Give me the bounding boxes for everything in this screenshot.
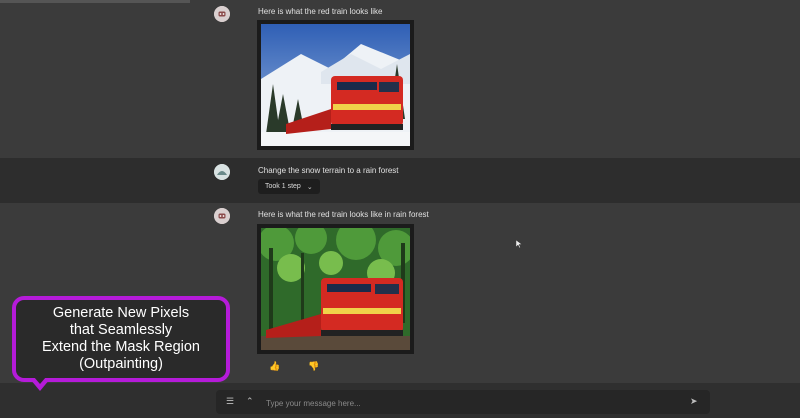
red-train-rainforest-image xyxy=(257,224,414,354)
callout-line-4: (Outpainting) xyxy=(79,356,163,372)
user-avatar xyxy=(214,164,230,180)
send-icon[interactable]: ➤ xyxy=(690,396,698,407)
bot-avatar-icon-2 xyxy=(214,208,230,224)
steps-label: Took 1 step xyxy=(265,183,301,190)
user-message-text: Change the snow terrain to a rain forest xyxy=(258,166,399,175)
thumbs-up-icon[interactable]: 👍 xyxy=(269,361,280,372)
assistant-avatar-2 xyxy=(214,208,230,224)
bot-avatar-icon xyxy=(214,6,230,22)
chevron-up-icon[interactable]: ⌃ xyxy=(246,396,254,407)
assistant-message-text: Here is what the red train looks like xyxy=(258,7,383,16)
mouse-pointer-icon xyxy=(516,240,522,248)
user-avatar-icon xyxy=(214,164,230,180)
message-input[interactable] xyxy=(264,394,648,412)
assistant-message-text-2: Here is what the red train looks like in… xyxy=(258,210,429,219)
callout-tail-inner xyxy=(34,377,46,384)
settings-sliders-icon[interactable]: ☰ xyxy=(226,396,234,407)
red-train-snow-image xyxy=(257,20,414,150)
outpainting-callout: Generate New Pixels that Seamlessly Exte… xyxy=(12,296,230,382)
steps-toggle[interactable]: Took 1 step ⌄ xyxy=(258,179,320,194)
scroll-remnant xyxy=(0,0,190,3)
chevron-down-icon: ⌄ xyxy=(306,183,313,191)
user-message-row xyxy=(0,158,800,203)
callout-line-1: Generate New Pixels xyxy=(52,305,190,321)
thumbs-down-icon[interactable]: 👎 xyxy=(308,361,319,372)
callout-line-3: Extend the Mask Region xyxy=(42,339,200,355)
callout-line-2: that Seamlessly xyxy=(69,322,173,338)
assistant-avatar xyxy=(214,6,230,22)
message-input-bar: ☰ ⌃ ➤ xyxy=(216,390,710,414)
